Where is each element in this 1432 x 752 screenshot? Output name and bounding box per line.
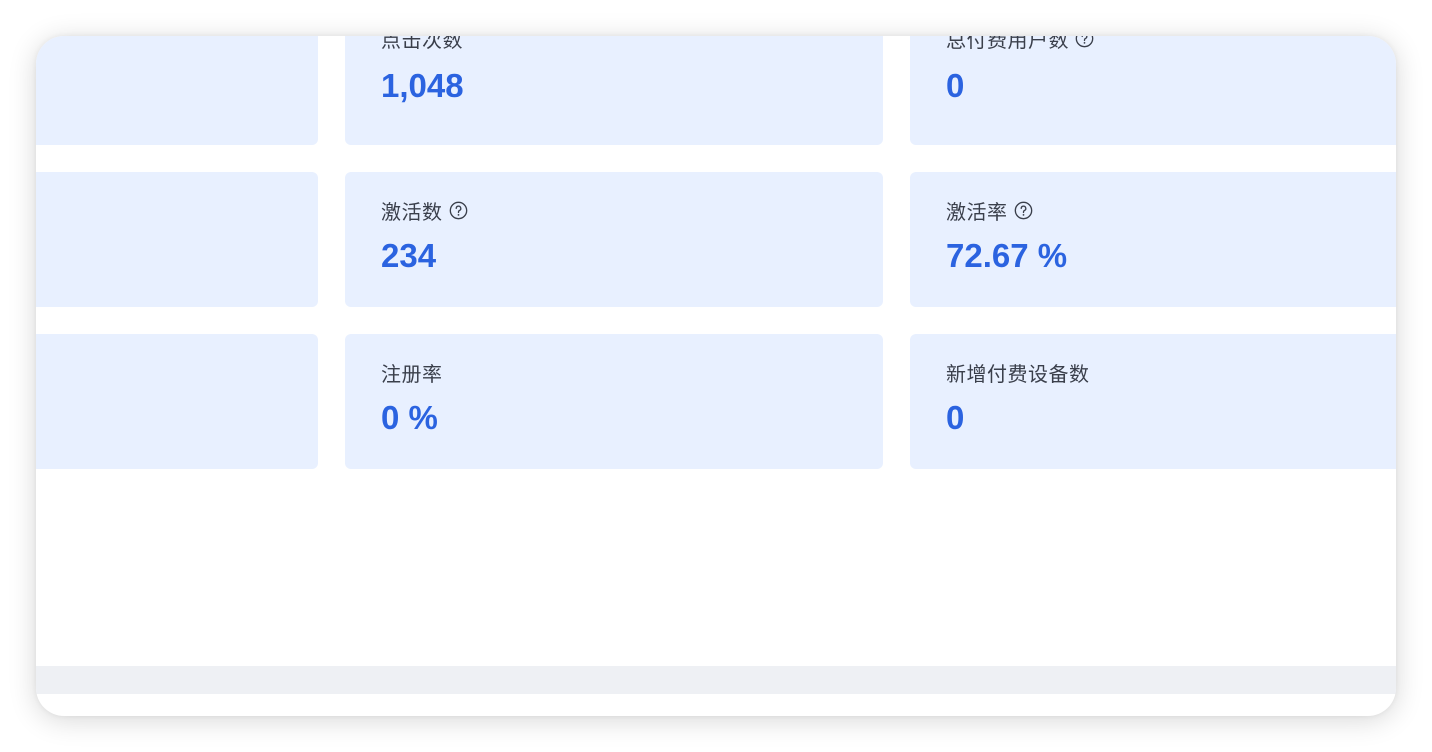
question-circle-icon[interactable] xyxy=(1014,201,1033,220)
stat-value: 0 % xyxy=(381,399,438,436)
stat-card-activation-rate: 激活率 72.67 % xyxy=(910,172,1396,307)
stat-label: 注册率 xyxy=(381,361,443,386)
stat-card-total-paying-users: 总付费用户数 0 xyxy=(910,36,1396,145)
stat-label: 总付费用户数 xyxy=(946,36,1069,52)
question-circle-icon[interactable] xyxy=(449,201,468,220)
footer-bar xyxy=(36,666,1396,694)
stats-panel: 点击次数 1,048 总付费用户数 0 激活数 234 激活率 72.67 % … xyxy=(36,36,1396,716)
stat-value: 0 xyxy=(946,399,965,436)
stat-card-activations: 激活数 234 xyxy=(345,172,883,307)
stat-label: 点击次数 xyxy=(381,36,463,52)
stat-label: 激活率 xyxy=(946,199,1008,224)
stat-value: 234 xyxy=(381,237,437,274)
stat-value: 0 xyxy=(946,67,965,104)
stat-card-new-paying-devices: 新增付费设备数 0 xyxy=(910,334,1396,469)
stat-card-partial xyxy=(36,36,318,145)
stat-card-registration-rate: 注册率 0 % xyxy=(345,334,883,469)
stat-label: 新增付费设备数 xyxy=(946,361,1090,386)
question-circle-icon[interactable] xyxy=(1075,36,1094,48)
stat-card-partial xyxy=(36,172,318,307)
stat-card-partial xyxy=(36,334,318,469)
stat-card-clicks: 点击次数 1,048 xyxy=(345,36,883,145)
stat-value: 1,048 xyxy=(381,67,464,104)
stat-label: 激活数 xyxy=(381,199,443,224)
stat-value: 72.67 % xyxy=(946,237,1068,274)
